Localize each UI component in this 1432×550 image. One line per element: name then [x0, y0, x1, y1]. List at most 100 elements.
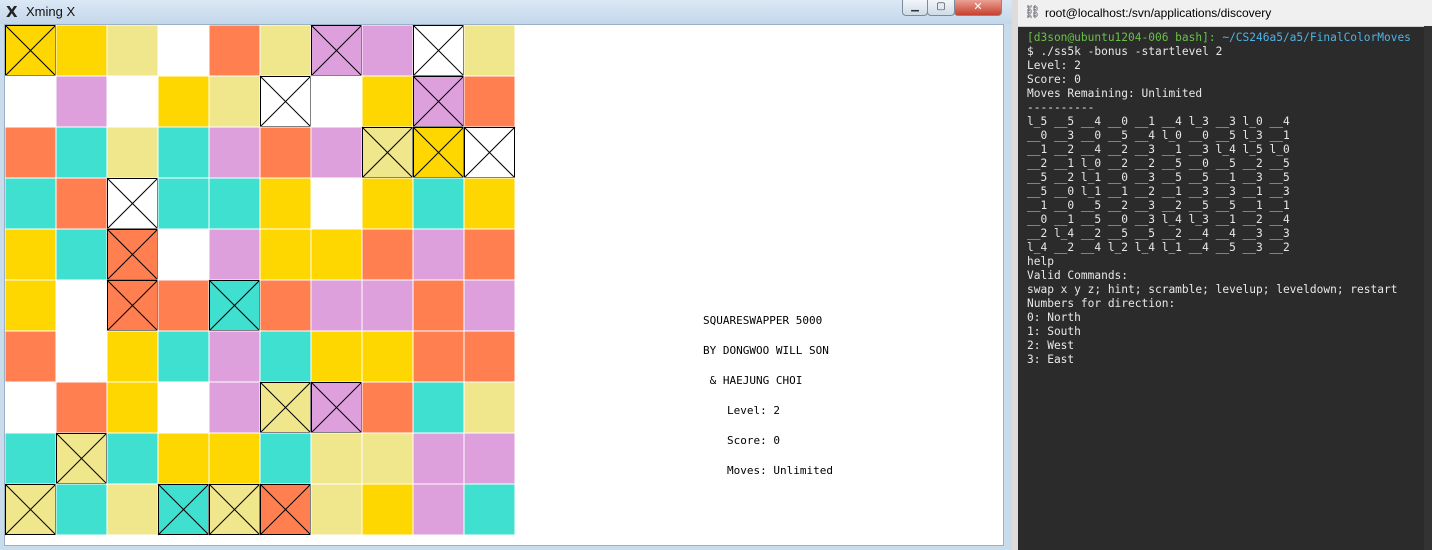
- board-square[interactable]: [310, 483, 363, 536]
- board-square[interactable]: [310, 126, 363, 179]
- board-square[interactable]: [310, 330, 363, 383]
- board-square[interactable]: [208, 25, 261, 77]
- maximize-button[interactable]: ▢: [927, 0, 955, 16]
- board-square[interactable]: [157, 126, 210, 179]
- board-square[interactable]: [157, 330, 210, 383]
- board-square[interactable]: [106, 432, 159, 485]
- board-square[interactable]: [55, 177, 108, 230]
- board-square[interactable]: [55, 483, 108, 536]
- board-square[interactable]: [208, 177, 261, 230]
- board-square[interactable]: [412, 483, 465, 536]
- board-square[interactable]: [361, 75, 414, 128]
- game-board[interactable]: [5, 25, 517, 537]
- board-square[interactable]: [5, 330, 57, 383]
- board-square[interactable]: [463, 381, 516, 434]
- board-square[interactable]: [361, 330, 414, 383]
- board-square[interactable]: [361, 228, 414, 281]
- board-square[interactable]: [157, 228, 210, 281]
- board-square[interactable]: [157, 25, 210, 77]
- board-square[interactable]: [55, 381, 108, 434]
- board-square[interactable]: [463, 279, 516, 332]
- board-square[interactable]: [208, 126, 261, 179]
- terminal-window[interactable]: ⛓ root@localhost:/svn/applications/disco…: [1018, 0, 1432, 550]
- xming-window: X Xming X ▁ ▢ ✕ SQUARESWAPPER 5000 BY DO…: [0, 0, 1012, 550]
- terminal-line: __0 __3 __0 __5 __4 l_0 __0 __5 l_3 __1: [1027, 129, 1290, 142]
- board-square[interactable]: [361, 279, 414, 332]
- board-square[interactable]: [5, 126, 57, 179]
- terminal-output[interactable]: [d3son@ubuntu1204-006 bash]: ~/CS246a5/a…: [1027, 31, 1411, 367]
- board-square[interactable]: [106, 75, 159, 128]
- board-square[interactable]: [157, 432, 210, 485]
- close-button[interactable]: ✕: [954, 0, 1002, 16]
- game-canvas[interactable]: SQUARESWAPPER 5000 BY DONGWOO WILL SON &…: [4, 24, 1004, 546]
- board-square[interactable]: [106, 483, 159, 536]
- board-square[interactable]: [208, 432, 261, 485]
- board-square[interactable]: [310, 228, 363, 281]
- board-square[interactable]: [106, 126, 159, 179]
- board-square[interactable]: [310, 177, 363, 230]
- board-square[interactable]: [412, 330, 465, 383]
- board-square[interactable]: [463, 483, 516, 536]
- board-square[interactable]: [157, 279, 210, 332]
- board-square[interactable]: [157, 381, 210, 434]
- board-square[interactable]: [259, 228, 312, 281]
- board-square[interactable]: [259, 432, 312, 485]
- board-square[interactable]: [5, 177, 57, 230]
- terminal-line: swap x y z; hint; scramble; levelup; lev…: [1027, 283, 1398, 296]
- board-square[interactable]: [106, 330, 159, 383]
- board-square[interactable]: [157, 75, 210, 128]
- board-square[interactable]: [55, 75, 108, 128]
- board-square[interactable]: [463, 228, 516, 281]
- board-square[interactable]: [463, 25, 516, 77]
- board-square[interactable]: [5, 279, 57, 332]
- terminal-line: __2 l_4 __2 __5 __5 __2 __4 __4 __3 __3: [1027, 227, 1290, 240]
- board-square[interactable]: [361, 432, 414, 485]
- board-square[interactable]: [412, 381, 465, 434]
- board-square[interactable]: [463, 75, 516, 128]
- board-square[interactable]: [55, 330, 108, 383]
- terminal-titlebar[interactable]: ⛓ root@localhost:/svn/applications/disco…: [1018, 0, 1432, 27]
- board-square[interactable]: [259, 279, 312, 332]
- board-square[interactable]: [208, 381, 261, 434]
- board-square[interactable]: [412, 432, 465, 485]
- board-square[interactable]: [463, 177, 516, 230]
- board-square[interactable]: [208, 228, 261, 281]
- board-square[interactable]: [310, 279, 363, 332]
- board-square[interactable]: [55, 279, 108, 332]
- board-square[interactable]: [259, 330, 312, 383]
- board-square[interactable]: [106, 25, 159, 77]
- board-square[interactable]: [463, 432, 516, 485]
- board-square[interactable]: [412, 279, 465, 332]
- board-square[interactable]: [259, 177, 312, 230]
- board-square[interactable]: [5, 381, 57, 434]
- terminal-scrollbar[interactable]: [1424, 26, 1432, 550]
- board-square[interactable]: [361, 483, 414, 536]
- board-square[interactable]: [310, 75, 363, 128]
- board-square[interactable]: [5, 75, 57, 128]
- board-square[interactable]: [463, 330, 516, 383]
- terminal-line: ----------: [1027, 101, 1095, 114]
- board-square[interactable]: [259, 126, 312, 179]
- board-square[interactable]: [5, 228, 57, 281]
- board-square[interactable]: [412, 228, 465, 281]
- board-square[interactable]: [259, 25, 312, 77]
- board-square[interactable]: [106, 381, 159, 434]
- minimize-button[interactable]: ▁: [902, 0, 928, 16]
- board-square[interactable]: [55, 126, 108, 179]
- moves-text: Moves: Unlimited: [727, 464, 833, 477]
- board-square[interactable]: [208, 330, 261, 383]
- board-square[interactable]: [361, 25, 414, 77]
- board-square[interactable]: [157, 177, 210, 230]
- xming-titlebar[interactable]: X Xming X ▁ ▢ ✕: [0, 0, 1012, 24]
- board-square[interactable]: [310, 432, 363, 485]
- board-square[interactable]: [208, 75, 261, 128]
- x-logo-icon: X: [6, 3, 18, 21]
- level-text: Level: 2: [727, 404, 780, 417]
- board-square[interactable]: [361, 177, 414, 230]
- board-square[interactable]: [55, 25, 108, 77]
- board-square[interactable]: [5, 432, 57, 485]
- terminal-line: 0: North: [1027, 311, 1081, 324]
- board-square[interactable]: [412, 177, 465, 230]
- board-square[interactable]: [361, 381, 414, 434]
- board-square[interactable]: [55, 228, 108, 281]
